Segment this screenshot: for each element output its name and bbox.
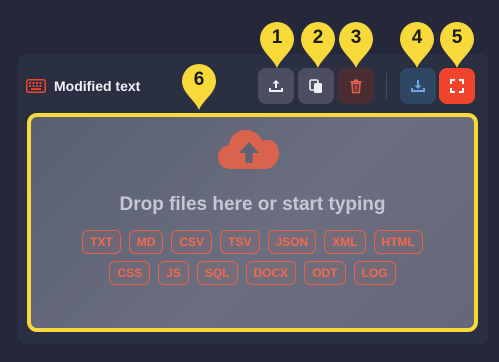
marker-6: 6 [180,62,218,112]
fullscreen-button[interactable] [439,68,475,104]
marker-4: 4 [398,20,436,70]
format-chip: TXT [82,230,121,254]
format-chip: CSV [171,230,213,254]
format-chip: JS [158,261,189,285]
download-button[interactable] [400,68,436,104]
upload-icon [269,80,283,92]
upload-button[interactable] [258,68,294,104]
format-chip: XML [324,230,366,254]
format-chip: HTML [373,230,423,254]
paste-icon [309,79,322,93]
delete-button[interactable] [338,68,374,104]
dropzone-title: Drop files here or start typing [119,194,386,215]
trash-icon [350,79,362,94]
editor-title: Modified text [54,78,141,94]
format-chip: DOCX [245,261,297,285]
paste-button[interactable] [298,68,334,104]
format-list: TXT MD CSV TSV JSON XML HTML CSS JS SQL … [80,230,425,285]
fullscreen-icon [450,79,464,93]
format-chip: JSON [267,230,317,254]
toolbar-divider [386,73,387,99]
cloud-upload-icon [218,130,279,169]
format-chip: TSV [220,230,260,254]
marker-3: 3 [337,20,375,70]
format-chip: MD [128,230,164,254]
format-chip: SQL [196,261,238,285]
marker-2: 2 [299,20,337,70]
editor-header: Modified text [26,76,140,96]
download-icon [411,80,425,92]
marker-1: 1 [258,20,296,70]
marker-5: 5 [438,20,476,70]
format-chip: CSS [109,261,151,285]
format-chip: ODT [304,261,346,285]
format-chip: LOG [353,261,396,285]
keyboard-icon [26,79,46,93]
